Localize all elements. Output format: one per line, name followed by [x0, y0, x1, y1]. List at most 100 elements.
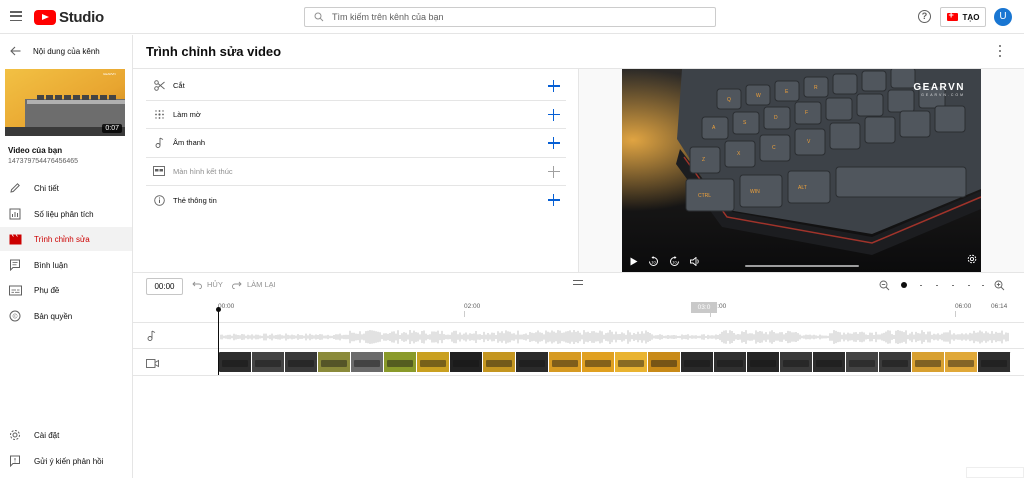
tool-blur[interactable]: Làm mờ	[146, 101, 566, 129]
sidebar-item-settings[interactable]: Cài đặt	[0, 423, 132, 447]
filmstrip-frame	[285, 352, 318, 372]
sidebar-item-subtitles[interactable]: Phụ đề	[0, 278, 132, 302]
video-track-icon	[146, 357, 159, 371]
svg-text:WIN: WIN	[750, 189, 760, 195]
thumbnail-duration: 0:07	[102, 124, 122, 133]
filmstrip-frame	[978, 352, 1011, 372]
sidebar-item-label: Bình luận	[34, 260, 68, 270]
sidebar-item-label: Trình chỉnh sửa	[34, 234, 90, 244]
footer-badge	[966, 467, 1024, 478]
filmstrip-frame	[318, 352, 351, 372]
playhead[interactable]	[216, 307, 221, 375]
sidebar-item-label: Gửi ý kiến phản hồi	[34, 456, 104, 466]
redo-button[interactable]: LÀM LẠI	[232, 280, 276, 289]
create-button[interactable]: TẠO	[940, 7, 986, 27]
filmstrip-frame	[450, 352, 483, 372]
ruler-tick	[464, 311, 465, 317]
filmstrip-frame	[483, 352, 516, 372]
avatar[interactable]: U	[994, 8, 1012, 26]
player-progress-bar[interactable]	[745, 265, 859, 267]
create-camera-icon	[946, 10, 958, 21]
svg-text:ALT: ALT	[798, 185, 807, 191]
volume-icon[interactable]	[690, 256, 701, 266]
timeline-ruler[interactable]: 00:00 02:00 04:00 06:00 06:14	[218, 298, 1024, 317]
search-input[interactable]	[332, 12, 702, 22]
zoom-slider[interactable]	[901, 282, 984, 288]
video-thumbnail[interactable]: GEARVN 0:07	[5, 69, 125, 136]
audio-waveform[interactable]	[220, 330, 1010, 344]
add-trim-icon[interactable]	[548, 80, 560, 92]
youtube-logo-icon	[34, 10, 56, 25]
undo-label: HỦY	[207, 280, 223, 289]
svg-text:Z: Z	[702, 157, 705, 163]
svg-text:Q: Q	[727, 97, 731, 103]
svg-text:©: ©	[13, 312, 18, 320]
add-info-card-icon[interactable]	[548, 194, 560, 206]
sidebar-item-comments[interactable]: Bình luận	[0, 253, 132, 277]
forward-10-icon[interactable]: 10	[669, 255, 680, 267]
svg-text:CTRL: CTRL	[698, 193, 711, 199]
zoom-step	[952, 284, 954, 286]
tool-label: Thẻ thông tin	[173, 195, 217, 205]
filmstrip-frame	[351, 352, 384, 372]
undo-button[interactable]: HỦY	[192, 280, 223, 289]
redo-label: LÀM LẠI	[247, 280, 276, 289]
rewind-10-icon[interactable]: 10	[648, 255, 659, 267]
tool-audio[interactable]: Âm thanh	[146, 129, 566, 158]
scissors-icon	[152, 80, 166, 91]
zoom-step	[982, 284, 984, 286]
sidebar-item-analytics[interactable]: Số liệu phân tích	[0, 202, 132, 226]
sidebar-item-copyright[interactable]: © Bản quyền	[0, 304, 132, 328]
sidebar-item-label: Số liệu phân tích	[34, 209, 94, 219]
svg-text:D: D	[774, 115, 778, 121]
help-icon[interactable]: ?	[918, 10, 931, 23]
studio-logo[interactable]: Studio	[34, 9, 104, 26]
video-filmstrip[interactable]	[219, 352, 1011, 372]
sidebar-item-editor[interactable]: Trình chỉnh sửa	[0, 227, 132, 251]
watermark-subtext: GEARVN.COM	[921, 93, 965, 97]
current-time-field[interactable]: 00:00	[146, 278, 183, 295]
feedback-icon	[8, 454, 22, 468]
sidebar: Nội dung của kênh GEARVN 0:07 Video của …	[0, 35, 133, 478]
logo-text: Studio	[59, 9, 104, 26]
add-blur-icon[interactable]	[548, 108, 560, 121]
video-player[interactable]: QWER ASDF ZXCV CTRL WIN ALT GEARVN GEARVN.C…	[622, 69, 981, 272]
filmstrip-frame	[879, 352, 912, 372]
video-id: 147379754476456465	[8, 158, 79, 165]
ruler-tick	[955, 311, 956, 317]
filmstrip-frame	[747, 352, 780, 372]
player-settings-icon[interactable]	[967, 253, 977, 267]
search-box[interactable]	[304, 7, 716, 27]
music-note-icon	[152, 137, 166, 149]
tool-info-cards[interactable]: Thẻ thông tin	[146, 186, 566, 215]
svg-text:10: 10	[672, 259, 677, 264]
video-frame: QWER ASDF ZXCV CTRLWINALT	[622, 69, 981, 272]
play-icon[interactable]	[630, 257, 638, 266]
back-to-content-button[interactable]: Nội dung của kênh	[0, 41, 132, 61]
subtitles-icon	[8, 283, 22, 297]
filmstrip-frame	[912, 352, 945, 372]
filmstrip-frame	[648, 352, 681, 372]
zoom-out-icon[interactable]	[879, 280, 890, 294]
sidebar-item-feedback[interactable]: Gửi ý kiến phản hồi	[0, 449, 132, 473]
sidebar-item-label: Phụ đề	[34, 285, 60, 295]
search-icon	[314, 12, 324, 22]
ruler-label: 06:00	[955, 303, 972, 310]
filmstrip-frame	[384, 352, 417, 372]
more-options-icon[interactable]	[996, 44, 1004, 58]
player-controls: 10 10	[622, 250, 981, 272]
zoom-step	[920, 284, 922, 286]
tool-trim[interactable]: Cắt	[146, 72, 566, 101]
track-divider	[133, 375, 1024, 376]
info-icon	[152, 194, 166, 206]
zoom-in-icon[interactable]	[994, 280, 1005, 294]
menu-icon[interactable]	[10, 11, 22, 21]
editor-tools-list: Cắt Làm mờ Âm thanh Màn hình kết thúc Th…	[146, 72, 566, 215]
sidebar-item-details[interactable]: Chi tiết	[0, 176, 132, 200]
svg-text:R: R	[814, 85, 818, 91]
panel-resize-handle-icon[interactable]	[573, 280, 583, 285]
zoom-slider-handle[interactable]	[901, 282, 907, 288]
add-audio-icon[interactable]	[548, 137, 560, 149]
zoom-step	[936, 284, 938, 286]
blur-icon	[152, 109, 166, 120]
